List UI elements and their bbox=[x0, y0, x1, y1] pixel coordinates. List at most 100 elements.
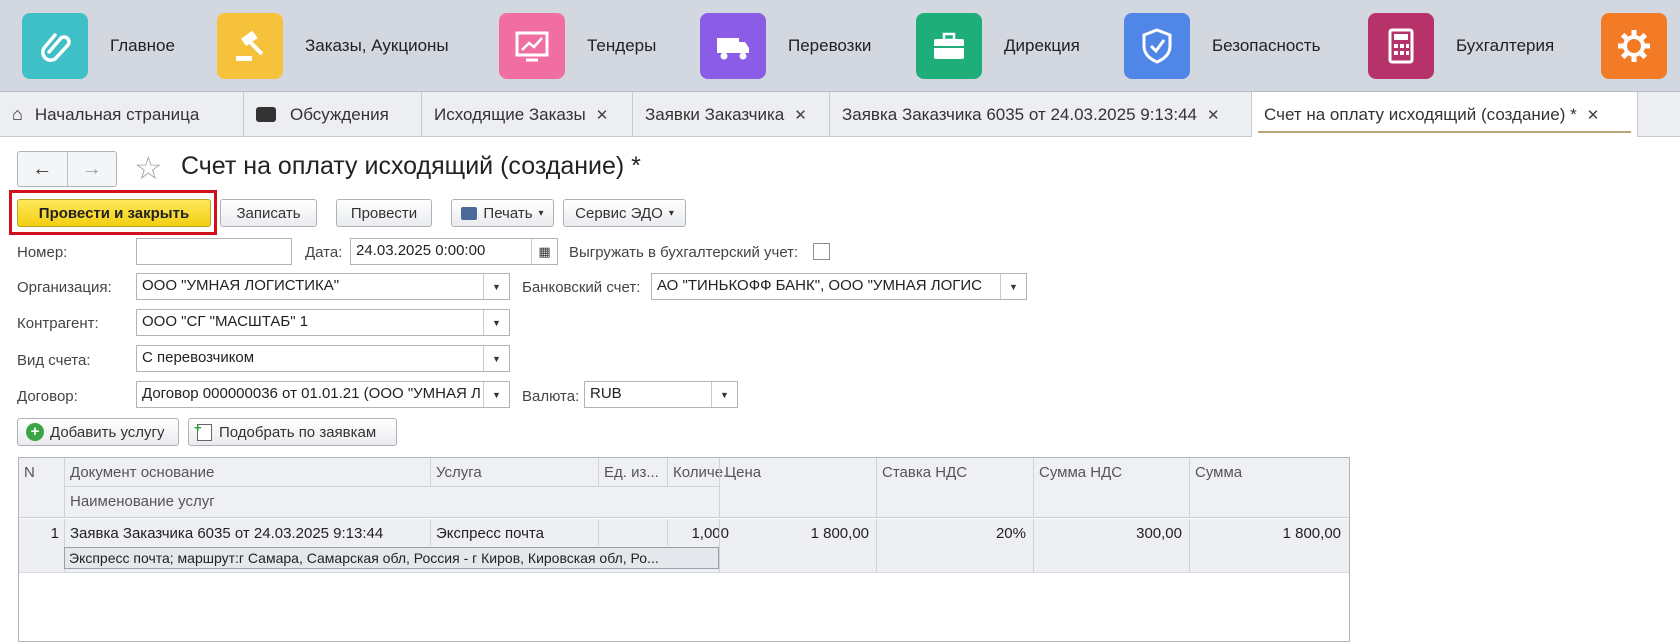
counterparty-label: Контрагент: bbox=[17, 315, 99, 332]
contract-value: Договор 000000036 от 01.01.21 (ООО "УМНА… bbox=[142, 385, 481, 402]
bank-account-value: АО "ТИНЬКОФФ БАНК", ООО "УМНАЯ ЛОГИС bbox=[657, 277, 983, 294]
open-tabs-bar: ⌂ Начальная страница Обсуждения Исходящи… bbox=[0, 92, 1680, 137]
cell-vat-sum: 300,00 bbox=[1136, 525, 1182, 542]
cell-service: Экспресс почта bbox=[436, 525, 544, 542]
invoice-type-field[interactable]: С перевозчиком ▼ bbox=[136, 345, 510, 372]
chevron-down-icon[interactable]: ▼ bbox=[483, 382, 509, 407]
close-icon[interactable]: ✕ bbox=[794, 106, 807, 124]
contract-field[interactable]: Договор 000000036 от 01.01.21 (ООО "УМНА… bbox=[136, 381, 510, 408]
chevron-down-icon: ▾ bbox=[668, 207, 674, 219]
chevron-down-icon[interactable]: ▼ bbox=[711, 382, 737, 407]
pick-by-requests-button[interactable]: + Подобрать по заявкам bbox=[188, 418, 397, 446]
plus-icon: + bbox=[26, 423, 44, 441]
date-value: 24.03.2025 0:00:00 bbox=[356, 242, 486, 259]
tab-outgoing-orders[interactable]: Исходящие Заказы ✕ bbox=[422, 92, 633, 137]
chevron-down-icon: ▾ bbox=[538, 207, 544, 219]
tab-customer-request-6035[interactable]: Заявка Заказчика 6035 от 24.03.2025 9:13… bbox=[830, 92, 1252, 137]
document-plus-icon: + bbox=[194, 420, 212, 441]
tab-label: Заявка Заказчика 6035 от 24.03.2025 9:13… bbox=[842, 104, 1197, 124]
organization-label: Организация: bbox=[17, 279, 112, 296]
paperclip-icon bbox=[22, 13, 88, 79]
table-row[interactable]: 1 Заявка Заказчика 6035 от 24.03.2025 9:… bbox=[19, 519, 1349, 573]
col-document[interactable]: Документ основание bbox=[65, 458, 430, 487]
col-service-name[interactable]: Наименование услуг bbox=[65, 487, 719, 516]
cell-service-name[interactable]: Экспресс почта; маршрут:г Самара, Самарс… bbox=[64, 547, 719, 569]
calendar-icon[interactable]: ▦ bbox=[531, 239, 557, 264]
add-service-button[interactable]: + Добавить услугу bbox=[17, 418, 179, 446]
close-icon[interactable]: ✕ bbox=[1587, 106, 1600, 124]
section-main[interactable]: Главное bbox=[22, 13, 175, 79]
bank-account-field[interactable]: АО "ТИНЬКОФФ БАНК", ООО "УМНАЯ ЛОГИС ▼ bbox=[651, 273, 1027, 300]
cell-unit bbox=[599, 519, 667, 531]
chart-monitor-icon bbox=[499, 13, 565, 79]
tab-label: Заявки Заказчика bbox=[645, 104, 785, 124]
col-n[interactable]: N bbox=[19, 458, 64, 487]
section-accounting[interactable]: Бухгалтерия bbox=[1368, 13, 1554, 79]
export-label: Выгружать в бухгалтерский учет: bbox=[569, 244, 799, 261]
cell-n: 1 bbox=[50, 525, 59, 542]
tab-invoice-create[interactable]: Счет на оплату исходящий (создание) * ✕ bbox=[1252, 92, 1638, 137]
currency-value: RUB bbox=[590, 385, 622, 402]
tab-label: Обсуждения bbox=[290, 104, 389, 124]
post-button[interactable]: Провести bbox=[336, 199, 432, 227]
section-label: Бухгалтерия bbox=[1456, 36, 1555, 55]
col-sum[interactable]: Сумма bbox=[1190, 458, 1348, 487]
organization-field[interactable]: ООО "УМНАЯ ЛОГИСТИКА" ▼ bbox=[136, 273, 510, 300]
invoice-type-value: С перевозчиком bbox=[142, 349, 255, 366]
briefcase-icon bbox=[916, 13, 982, 79]
favorite-star-icon[interactable]: ☆ bbox=[134, 150, 163, 186]
tab-discussions[interactable]: Обсуждения bbox=[244, 92, 422, 137]
col-service[interactable]: Услуга bbox=[431, 458, 598, 487]
tab-label: Счет на оплату исходящий (создание) * bbox=[1264, 104, 1577, 124]
tab-customer-requests[interactable]: Заявки Заказчика ✕ bbox=[633, 92, 830, 137]
section-label: Тендеры bbox=[587, 36, 657, 55]
col-price[interactable]: Цена bbox=[720, 458, 876, 487]
tab-label: Начальная страница bbox=[34, 104, 200, 124]
section-directorate[interactable]: Дирекция bbox=[916, 13, 1080, 79]
cell-document: Заявка Заказчика 6035 от 24.03.2025 9:13… bbox=[70, 525, 384, 542]
col-vat-rate[interactable]: Ставка НДС bbox=[877, 458, 1033, 487]
history-nav: ← → bbox=[17, 151, 117, 187]
tab-home[interactable]: ⌂ Начальная страница bbox=[0, 92, 244, 137]
print-button[interactable]: Печать ▾ bbox=[451, 199, 554, 227]
number-field[interactable] bbox=[136, 238, 292, 265]
invoice-type-label: Вид счета: bbox=[17, 352, 91, 369]
section-label: Перевозки bbox=[788, 36, 872, 55]
chevron-down-icon[interactable]: ▼ bbox=[483, 346, 509, 371]
bank-account-label: Банковский счет: bbox=[522, 279, 641, 296]
export-checkbox[interactable] bbox=[813, 243, 830, 260]
page-title: Счет на оплату исходящий (создание) * bbox=[181, 152, 641, 180]
active-tab-indicator bbox=[1258, 131, 1631, 133]
section-security[interactable]: Безопасность bbox=[1124, 13, 1320, 79]
close-icon[interactable]: ✕ bbox=[1207, 106, 1220, 124]
col-unit[interactable]: Ед. из... bbox=[599, 458, 667, 487]
counterparty-field[interactable]: ООО "СГ "МАСШТАБ" 1 ▼ bbox=[136, 309, 510, 336]
services-table: N Документ основание Наименование услуг … bbox=[18, 457, 1350, 642]
chevron-down-icon[interactable]: ▼ bbox=[483, 274, 509, 299]
chevron-down-icon[interactable]: ▼ bbox=[1000, 274, 1026, 299]
section-orders[interactable]: Заказы, Аукционы bbox=[217, 13, 449, 79]
section-settings[interactable] bbox=[1601, 13, 1667, 79]
date-field[interactable]: 24.03.2025 0:00:00 ▦ bbox=[350, 238, 558, 265]
back-arrow-icon[interactable]: ← bbox=[18, 152, 68, 186]
contract-label: Договор: bbox=[17, 388, 78, 405]
tab-label: Исходящие Заказы bbox=[434, 104, 586, 124]
save-button[interactable]: Записать bbox=[220, 199, 317, 227]
currency-field[interactable]: RUB ▼ bbox=[584, 381, 738, 408]
close-icon[interactable]: ✕ bbox=[596, 106, 609, 124]
gear-icon bbox=[1601, 13, 1667, 79]
table-header: N Документ основание Наименование услуг … bbox=[19, 458, 1349, 518]
section-tenders[interactable]: Тендеры bbox=[499, 13, 656, 79]
counterparty-value: ООО "СГ "МАСШТАБ" 1 bbox=[142, 313, 309, 330]
post-and-close-button[interactable]: Провести и закрыть bbox=[17, 199, 211, 227]
col-vat-sum[interactable]: Сумма НДС bbox=[1034, 458, 1189, 487]
edo-service-button[interactable]: Сервис ЭДО ▾ bbox=[563, 199, 686, 227]
section-transport[interactable]: Перевозки bbox=[700, 13, 871, 79]
forward-arrow-icon[interactable]: → bbox=[68, 152, 117, 186]
home-icon: ⌂ bbox=[12, 104, 23, 124]
printer-icon bbox=[461, 206, 478, 220]
section-label: Дирекция bbox=[1004, 36, 1080, 55]
section-label: Безопасность bbox=[1212, 36, 1321, 55]
cell-vat-rate: 20% bbox=[995, 525, 1026, 542]
chevron-down-icon[interactable]: ▼ bbox=[483, 310, 509, 335]
